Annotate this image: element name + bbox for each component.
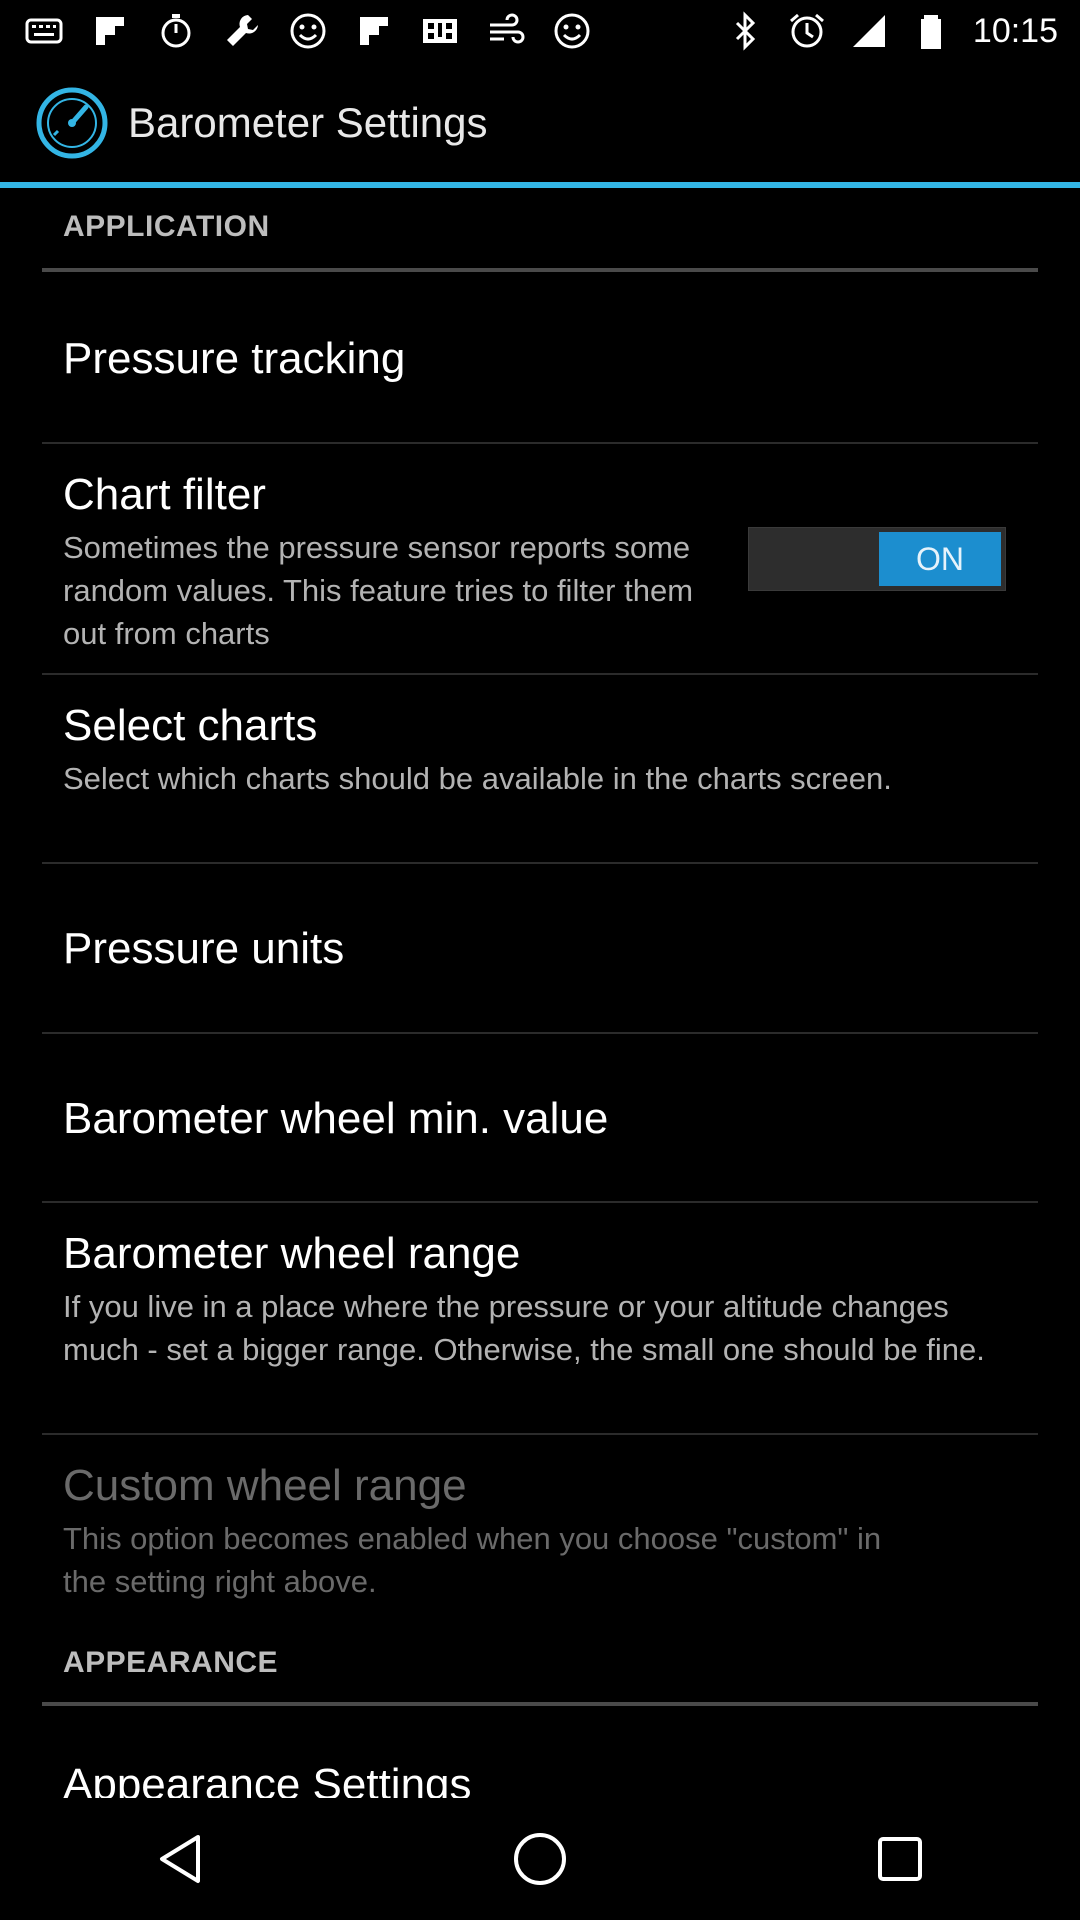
back-icon (160, 1835, 200, 1883)
pref-appearance-settings[interactable]: Appearance Settings (42, 1708, 1038, 1798)
section-header-appearance: APPEARANCE (42, 1646, 1038, 1708)
pref-summary: Select which charts should be available … (63, 761, 892, 796)
recents-icon (878, 1837, 922, 1881)
notification-icons (0, 11, 592, 51)
flipboard-icon (354, 11, 394, 51)
pref-summary: If you live in a place where the pressur… (63, 1289, 985, 1367)
section-label: APPLICATION (63, 210, 270, 243)
timer-icon (156, 11, 196, 51)
bluetooth-icon (725, 11, 765, 51)
wind-icon (486, 11, 526, 51)
alarm-icon (787, 11, 827, 51)
section-divider (42, 268, 1038, 272)
home-icon (514, 1833, 566, 1885)
pref-pressure-tracking[interactable]: Pressure tracking (42, 274, 1038, 442)
pref-wheel-min-value[interactable]: Barometer wheel min. value (42, 1034, 1038, 1202)
pref-title: Appearance Settings (63, 1760, 472, 1798)
system-icons: 10:15 (725, 11, 1080, 51)
pref-title: Barometer wheel range (63, 1229, 521, 1278)
pref-title: Barometer wheel min. value (63, 1094, 609, 1143)
section-divider (42, 1702, 1038, 1706)
chart-filter-toggle[interactable]: ON (748, 527, 1006, 591)
pref-wheel-range[interactable]: Barometer wheel range If you live in a p… (42, 1203, 1038, 1433)
signal-icon (849, 11, 889, 51)
flipboard-icon (90, 11, 130, 51)
qr-icon (420, 11, 460, 51)
pref-title: Pressure units (63, 924, 345, 973)
pref-summary: Sometimes the pressure sensor reports so… (63, 530, 694, 651)
home-button[interactable] (485, 1804, 595, 1914)
recents-button[interactable] (845, 1804, 955, 1914)
notification-icon (24, 11, 64, 51)
action-bar: Barometer Settings (0, 62, 1080, 184)
navigation-bar (0, 1798, 1080, 1920)
pref-summary: This option becomes enabled when you cho… (63, 1521, 882, 1599)
toggle-thumb: ON (879, 532, 1001, 586)
page-title: Barometer Settings (128, 99, 488, 146)
pref-title: Select charts (63, 701, 318, 750)
pref-title: Custom wheel range (63, 1461, 467, 1510)
smiley-icon (288, 11, 328, 51)
smiley-icon (552, 11, 592, 51)
back-button[interactable] (125, 1804, 235, 1914)
pref-title: Chart filter (63, 470, 266, 519)
clock-time: 10:15 (972, 11, 1058, 50)
barometer-app-icon[interactable] (34, 85, 110, 161)
pref-title: Pressure tracking (63, 334, 406, 383)
pref-pressure-units[interactable]: Pressure units (42, 864, 1038, 1032)
action-bar-divider (0, 182, 1080, 188)
wrench-icon (222, 11, 262, 51)
section-label: APPEARANCE (63, 1646, 279, 1679)
status-bar: 10:15 (0, 0, 1080, 62)
section-header-application: APPLICATION (42, 210, 1038, 274)
pref-select-charts[interactable]: Select charts Select which charts should… (42, 675, 1038, 863)
pref-custom-wheel-range: Custom wheel range This option becomes e… (42, 1435, 1038, 1625)
battery-icon (911, 11, 951, 51)
